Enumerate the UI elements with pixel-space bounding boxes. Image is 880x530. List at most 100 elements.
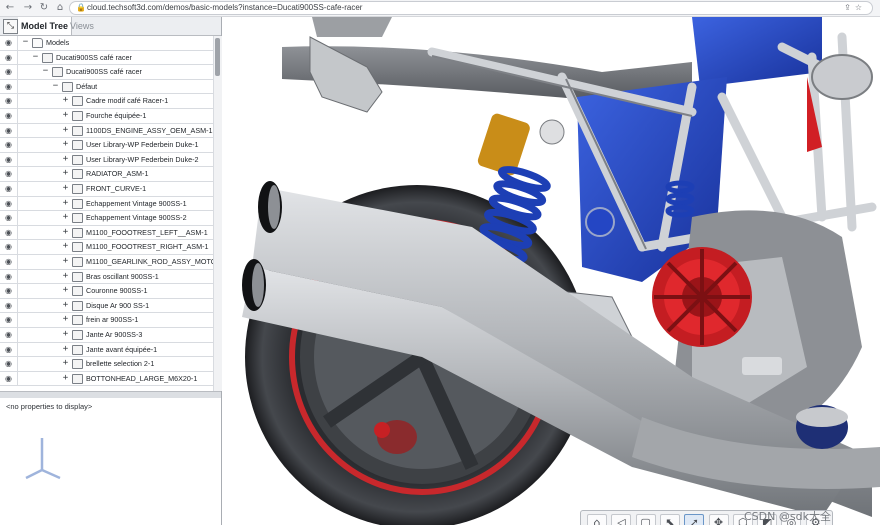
visibility-eye-icon[interactable]: ◉ (0, 328, 18, 342)
expand-icon[interactable]: + (62, 125, 69, 134)
expand-icon[interactable]: + (62, 140, 69, 149)
tree-row[interactable]: ◉ − Ducati900SS café racer (0, 65, 213, 80)
tree-row[interactable]: ◉ + M1100_GEARLINK_ROD_ASSY_MOTOCO... (0, 255, 213, 270)
tree-node-label[interactable]: BOTTONHEAD_LARGE_M6X20-1 (86, 372, 197, 386)
visibility-eye-icon[interactable]: ◉ (0, 225, 18, 240)
expand-icon[interactable]: + (62, 286, 69, 295)
expand-icon[interactable]: + (62, 330, 69, 339)
expand-icon[interactable]: + (62, 227, 69, 236)
tree-row[interactable]: ◉ + Cadre modif café Racer-1 (0, 94, 213, 109)
3d-viewport[interactable]: ⌂ ◁ ▢ ⬉ ➚ ✥ ⬡ ◩ ◎ ⚙ (222, 17, 880, 525)
tree-toggle-icon[interactable]: ⤡ (3, 19, 18, 34)
tree-scrollbar[interactable] (213, 36, 222, 391)
tree-row[interactable]: ◉ + Disque Ar 900 SS-1 (0, 298, 213, 314)
reload-icon[interactable]: ↻ (38, 1, 50, 15)
tree-row[interactable]: ◉ + Jante avant équipée-1 (0, 342, 213, 358)
tree-row[interactable]: ◉ +1100DS_ENGINE_ASSY_OEM_ASM-1 (0, 123, 213, 139)
visibility-eye-icon[interactable]: ◉ (0, 138, 18, 152)
tree-node-label[interactable]: Ducati900SS café racer (66, 65, 142, 79)
tree-row[interactable]: ◉ + Echappement Vintage 900SS-1 (0, 196, 213, 212)
share-icon[interactable]: ⇪☆ (844, 2, 866, 14)
tree-row[interactable]: ◉ + Couronne 900SS-1 (0, 284, 213, 299)
tree-node-label[interactable]: Models (46, 36, 69, 50)
tree-node-label[interactable]: Disque Ar 900 SS-1 (86, 299, 149, 313)
tree-node-label[interactable]: M1100_FOOOTREST_LEFT__ASM-1 (86, 226, 208, 240)
visibility-eye-icon[interactable]: ◉ (0, 342, 18, 357)
forward-arrow-icon[interactable]: → (22, 1, 34, 15)
expand-icon[interactable]: + (62, 213, 69, 222)
visibility-eye-icon[interactable]: ◉ (0, 79, 18, 94)
tree-row[interactable]: ◉ + M1100_FOOOTREST_RIGHT_ASM-1 (0, 240, 213, 255)
tree-node-label[interactable]: Ducati900SS café racer (56, 51, 132, 65)
view-cube-button[interactable]: ▢ (635, 514, 656, 525)
home-view-button[interactable]: ⌂ (587, 514, 607, 525)
pointer-button[interactable]: ➚ (684, 514, 705, 525)
back-arrow-icon[interactable]: ← (4, 1, 16, 15)
tree-node-label[interactable]: Couronne 900SS-1 (86, 284, 148, 298)
tab-views[interactable]: Views (67, 17, 97, 35)
visibility-eye-icon[interactable]: ◉ (0, 357, 18, 371)
address-bar[interactable]: 🔒 cloud.techsoft3d.com/demos/basic-model… (69, 1, 873, 15)
visibility-eye-icon[interactable]: ◉ (0, 284, 18, 298)
collapse-icon[interactable]: − (22, 38, 29, 47)
expand-icon[interactable]: + (62, 315, 69, 324)
home-icon[interactable]: ⌂ (54, 1, 66, 15)
visibility-eye-icon[interactable]: ◉ (0, 240, 18, 254)
tree-row[interactable]: ◉ + User Library-WP Federbein Duke-2 (0, 152, 213, 168)
tree-row[interactable]: ◉ + RADIATOR_ASM-1 (0, 167, 213, 182)
tab-model-tree[interactable]: Model Tree (18, 17, 73, 35)
tree-node-label[interactable]: Echappement Vintage 900SS-2 (86, 211, 187, 225)
tree-node-label[interactable]: Jante Ar 900SS-3 (86, 328, 142, 342)
tree-row[interactable]: ◉ + Fourche équipée-1 (0, 109, 213, 124)
tree-node-label[interactable]: Bras oscillant 900SS-1 (86, 270, 159, 284)
expand-icon[interactable]: + (62, 271, 69, 280)
tree-node-label[interactable]: Fourche équipée-1 (86, 109, 146, 123)
tree-row[interactable]: ◉ + frein ar 900SS-1 (0, 313, 213, 328)
tree-node-label[interactable]: User Library-WP Federbein Duke-1 (86, 138, 199, 152)
tree-row[interactable]: ◉ + M1100_FOOOTREST_LEFT__ASM-1 (0, 225, 213, 241)
visibility-eye-icon[interactable]: ◉ (0, 36, 18, 50)
tree-node-label[interactable]: 1100DS_ENGINE_ASSY_OEM_ASM-1 (86, 124, 213, 138)
visibility-eye-icon[interactable]: ◉ (0, 94, 18, 108)
visibility-eye-icon[interactable]: ◉ (0, 109, 18, 123)
camera-button[interactable]: ◁ (611, 514, 632, 525)
expand-icon[interactable]: + (62, 111, 69, 120)
tree-node-label[interactable]: frein ar 900SS-1 (86, 313, 138, 327)
tree-node-label[interactable]: brellette selection 2-1 (86, 357, 154, 371)
tree-row[interactable]: ◉ + brellette selection 2-1 (0, 357, 213, 372)
expand-icon[interactable]: + (62, 257, 69, 266)
explode-button[interactable]: ✥ (708, 514, 729, 525)
visibility-eye-icon[interactable]: ◉ (0, 50, 18, 65)
visibility-eye-icon[interactable]: ◉ (0, 65, 18, 79)
tree-node-label[interactable]: Jante avant équipée-1 (86, 343, 157, 357)
tree-node-label[interactable]: Défaut (76, 80, 97, 94)
expand-icon[interactable]: + (62, 154, 69, 163)
visibility-eye-icon[interactable]: ◉ (0, 152, 18, 167)
select-tool-button[interactable]: ⬉ (659, 514, 680, 525)
expand-icon[interactable]: + (62, 344, 69, 353)
tree-row[interactable]: ◉ + BOTTONHEAD_LARGE_M6X20-1 (0, 371, 213, 387)
tree-node-label[interactable]: M1100_FOOOTREST_RIGHT_ASM-1 (86, 240, 208, 254)
expand-icon[interactable]: + (62, 184, 69, 193)
tree-row[interactable]: ◉ + Echappement Vintage 900SS-2 (0, 211, 213, 226)
tree-row[interactable]: ◉ − Models (0, 36, 213, 51)
visibility-eye-icon[interactable]: ◉ (0, 196, 18, 211)
tree-node-label[interactable]: RADIATOR_ASM-1 (86, 167, 148, 181)
collapse-icon[interactable]: − (42, 67, 49, 76)
visibility-eye-icon[interactable]: ◉ (0, 123, 18, 138)
expand-icon[interactable]: + (62, 359, 69, 368)
visibility-eye-icon[interactable]: ◉ (0, 269, 18, 284)
visibility-eye-icon[interactable]: ◉ (0, 298, 18, 313)
expand-icon[interactable]: + (62, 373, 69, 382)
expand-icon[interactable]: + (62, 242, 69, 251)
expand-icon[interactable]: + (62, 300, 69, 309)
visibility-eye-icon[interactable]: ◉ (0, 313, 18, 327)
tree-node-label[interactable]: Echappement Vintage 900SS-1 (86, 197, 187, 211)
tree-row[interactable]: ◉ − Défaut (0, 79, 213, 95)
panel-splitter[interactable] (0, 391, 221, 398)
tree-node-label[interactable]: FRONT_CURVE-1 (86, 182, 146, 196)
tree-row[interactable]: ◉ + FRONT_CURVE-1 (0, 182, 213, 197)
expand-icon[interactable]: + (62, 169, 69, 178)
visibility-eye-icon[interactable]: ◉ (0, 167, 18, 181)
tree-node-label[interactable]: Cadre modif café Racer-1 (86, 94, 168, 108)
